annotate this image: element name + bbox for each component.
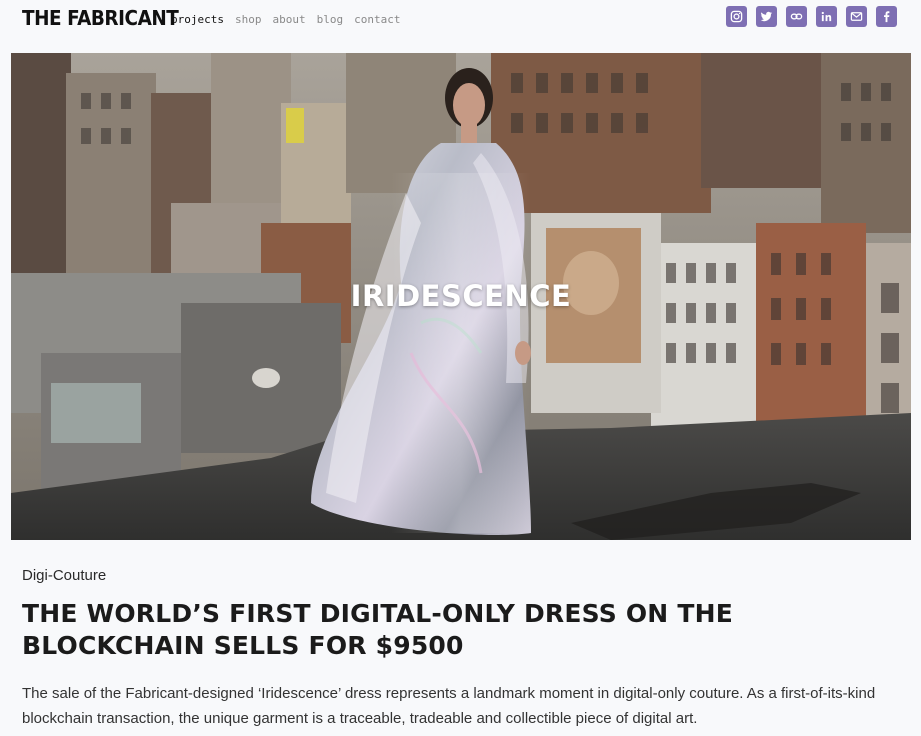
- linkedin-icon: [821, 11, 832, 22]
- twitter-button[interactable]: [756, 6, 777, 27]
- link-button[interactable]: [786, 6, 807, 27]
- instagram-button[interactable]: [726, 6, 747, 27]
- nav-about[interactable]: about: [272, 13, 305, 26]
- article-headline[interactable]: THE WORLD’S FIRST DIGITAL-ONLY DRESS ON …: [22, 598, 902, 662]
- hero-title: IRIDESCENCE: [350, 279, 572, 313]
- main-nav: projects shop about blog contact: [171, 13, 400, 26]
- nav-contact[interactable]: contact: [354, 13, 400, 26]
- article-category[interactable]: Digi-Couture: [22, 567, 106, 584]
- facebook-button[interactable]: [876, 6, 897, 27]
- twitter-icon: [760, 11, 773, 22]
- facebook-icon: [883, 11, 890, 23]
- instagram-icon: [730, 10, 743, 23]
- hero-banner[interactable]: IRIDESCENCE: [11, 53, 911, 540]
- social-links: [726, 6, 897, 27]
- link-icon: [790, 13, 803, 20]
- nav-projects[interactable]: projects: [171, 13, 224, 26]
- nav-blog[interactable]: blog: [317, 13, 344, 26]
- email-button[interactable]: [846, 6, 867, 27]
- linkedin-button[interactable]: [816, 6, 837, 27]
- nav-shop[interactable]: shop: [235, 13, 262, 26]
- email-icon: [850, 12, 863, 21]
- site-header: THE FABRICANT projects shop about blog c…: [0, 0, 921, 40]
- article-lede: The sale of the Fabricant-designed ‘Irid…: [22, 685, 876, 727]
- site-logo[interactable]: THE FABRICANT: [22, 6, 179, 30]
